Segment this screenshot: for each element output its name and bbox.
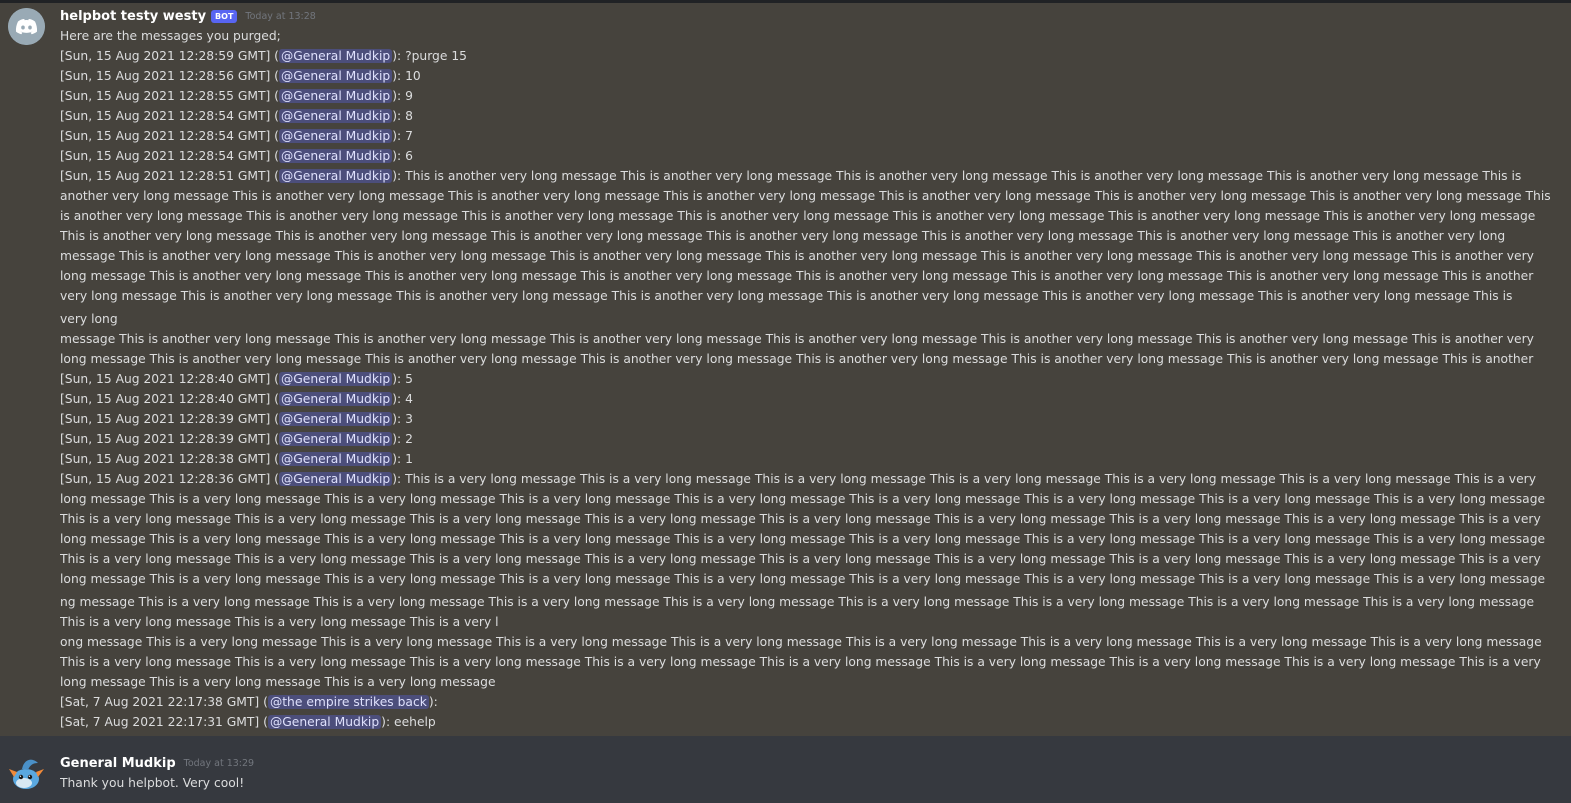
entry-date: [Sun, 15 Aug 2021 12:28:54 GMT] ( — [60, 109, 279, 123]
message-group-helpbot: helpbot testy westy BOT Today at 13:28 H… — [0, 3, 1571, 736]
user-mention[interactable]: @General Mudkip — [278, 129, 393, 143]
entry-text: ): This is another very long message Thi… — [60, 169, 1551, 303]
entry-date: [Sun, 15 Aug 2021 12:28:51 GMT] ( — [60, 169, 279, 183]
purged-entry-long: [Sun, 15 Aug 2021 12:28:36 GMT] (@Genera… — [60, 469, 1553, 589]
purged-entry: [Sun, 15 Aug 2021 12:28:54 GMT] (@Genera… — [60, 126, 1553, 146]
purged-entry: [Sun, 15 Aug 2021 12:28:39 GMT] (@Genera… — [60, 409, 1553, 429]
purged-entry-long: [Sun, 15 Aug 2021 12:28:51 GMT] (@Genera… — [60, 166, 1553, 306]
user-mention[interactable]: @General Mudkip — [278, 149, 393, 163]
entry-date: [Sun, 15 Aug 2021 12:28:40 GMT] ( — [60, 372, 279, 386]
entry-text: ): 5 — [392, 372, 413, 386]
user-mention[interactable]: @General Mudkip — [278, 372, 393, 386]
entry-text: ): This is a very long message This is a… — [60, 472, 1546, 586]
user-mention[interactable]: @General Mudkip — [278, 89, 393, 103]
user-mention[interactable]: @General Mudkip — [278, 452, 393, 466]
message-continuation: very long — [60, 312, 118, 326]
entry-date: [Sun, 15 Aug 2021 12:28:39 GMT] ( — [60, 412, 279, 426]
bot-badge: BOT — [211, 9, 238, 23]
entry-date: [Sun, 15 Aug 2021 12:28:36 GMT] ( — [60, 472, 279, 486]
message-continuation: message This is another very long messag… — [60, 332, 1534, 366]
user-mention[interactable]: @General Mudkip — [278, 49, 393, 63]
user-mention[interactable]: @General Mudkip — [278, 169, 393, 183]
message-continuation: ng message This is a very long message T… — [60, 595, 1535, 629]
message-header: helpbot testy westy BOT Today at 13:28 — [60, 6, 1553, 26]
author-name[interactable]: General Mudkip — [60, 756, 176, 771]
user-mention[interactable]: @General Mudkip — [278, 472, 393, 486]
message-group-general-mudkip: General Mudkip Today at 13:29 Thank you … — [0, 736, 1571, 797]
message-timestamp[interactable]: Today at 13:29 — [184, 758, 254, 769]
entry-date: [Sun, 15 Aug 2021 12:28:54 GMT] ( — [60, 129, 279, 143]
entry-text: ): 7 — [392, 129, 413, 143]
purged-entry: [Sun, 15 Aug 2021 12:28:55 GMT] (@Genera… — [60, 86, 1553, 106]
entry-date: [Sat, 7 Aug 2021 22:17:38 GMT] ( — [60, 695, 268, 709]
entry-text: ): 9 — [392, 89, 413, 103]
message-timestamp[interactable]: Today at 13:28 — [245, 11, 315, 22]
user-mention[interactable]: @General Mudkip — [267, 715, 382, 729]
purged-entry: [Sun, 15 Aug 2021 12:28:40 GMT] (@Genera… — [60, 389, 1553, 409]
entry-text: ): eehelp — [381, 715, 436, 729]
user-mention[interactable]: @General Mudkip — [278, 412, 393, 426]
purged-entry: [Sun, 15 Aug 2021 12:28:56 GMT] (@Genera… — [60, 66, 1553, 86]
purged-entry: [Sun, 15 Aug 2021 12:28:59 GMT] (@Genera… — [60, 46, 1553, 66]
user-mention[interactable]: @General Mudkip — [278, 392, 393, 406]
entry-date: [Sat, 7 Aug 2021 22:17:31 GMT] ( — [60, 715, 268, 729]
entry-text: ): 4 — [392, 392, 413, 406]
purged-entry: [Sun, 15 Aug 2021 12:28:39 GMT] (@Genera… — [60, 429, 1553, 449]
purged-entry: [Sat, 7 Aug 2021 22:17:31 GMT] (@General… — [60, 712, 1553, 732]
user-mention[interactable]: @General Mudkip — [278, 109, 393, 123]
entry-text: ): 10 — [392, 69, 421, 83]
entry-text: ): 1 — [392, 452, 413, 466]
entry-date: [Sun, 15 Aug 2021 12:28:56 GMT] ( — [60, 69, 279, 83]
author-name[interactable]: helpbot testy westy — [60, 9, 206, 24]
user-mention[interactable]: @General Mudkip — [278, 69, 393, 83]
entry-date: [Sun, 15 Aug 2021 12:28:40 GMT] ( — [60, 392, 279, 406]
purged-entry: [Sun, 15 Aug 2021 12:28:54 GMT] (@Genera… — [60, 146, 1553, 166]
entry-text: ): 2 — [392, 432, 413, 446]
entry-text: ): 3 — [392, 412, 413, 426]
entry-date: [Sun, 15 Aug 2021 12:28:38 GMT] ( — [60, 452, 279, 466]
entry-date: [Sun, 15 Aug 2021 12:28:54 GMT] ( — [60, 149, 279, 163]
message-header: General Mudkip Today at 13:29 — [60, 753, 1553, 773]
entry-date: [Sun, 15 Aug 2021 12:28:39 GMT] ( — [60, 432, 279, 446]
purged-entry: [Sun, 15 Aug 2021 12:28:40 GMT] (@Genera… — [60, 369, 1553, 389]
message-text: Thank you helpbot. Very cool! — [60, 776, 245, 790]
mudkip-avatar-icon[interactable] — [8, 755, 45, 792]
user-mention[interactable]: @General Mudkip — [278, 432, 393, 446]
entry-text: ): 6 — [392, 149, 413, 163]
purged-entry: [Sun, 15 Aug 2021 12:28:38 GMT] (@Genera… — [60, 449, 1553, 469]
discord-logo-icon[interactable] — [8, 8, 45, 45]
message-continuation: ong message This is a very long message … — [60, 635, 1542, 689]
entry-date: [Sun, 15 Aug 2021 12:28:55 GMT] ( — [60, 89, 279, 103]
purged-entry: [Sat, 7 Aug 2021 22:17:38 GMT] (@the emp… — [60, 692, 1553, 712]
user-mention[interactable]: @the empire strikes back — [267, 695, 429, 709]
message-intro: Here are the messages you purged; — [60, 29, 281, 43]
purged-entry: [Sun, 15 Aug 2021 12:28:54 GMT] (@Genera… — [60, 106, 1553, 126]
entry-text: ): 8 — [392, 109, 413, 123]
entry-date: [Sun, 15 Aug 2021 12:28:59 GMT] ( — [60, 49, 279, 63]
entry-text: ): ?purge 15 — [392, 49, 467, 63]
entry-text: ): — [428, 695, 438, 709]
